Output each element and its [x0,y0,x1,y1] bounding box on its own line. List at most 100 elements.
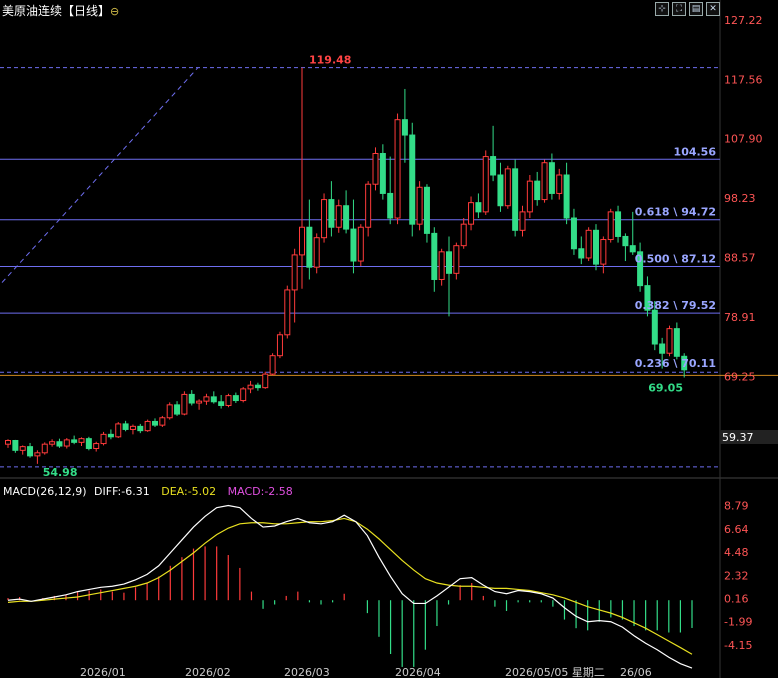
candle-body [63,439,70,447]
macd-y-tick: 0.16 [724,592,749,605]
candle-body [203,396,210,402]
candle-body [299,226,305,256]
circle-minus-icon[interactable]: ⊖ [110,5,119,18]
candle-body [269,355,276,375]
x-axis-tick: 2026/01 [80,666,126,678]
candle-body [284,289,291,336]
candle-body [71,439,78,443]
candle-body [129,425,136,430]
candle-body [350,228,357,262]
candle-body [497,174,504,207]
candle-body [34,452,41,457]
candle-body [343,205,350,230]
fib-level-label: 104.56 [674,145,717,158]
candle-body [27,446,34,457]
candle-body [56,441,63,447]
candle-body [196,400,203,404]
x-axis-tick: 26/06 [620,666,652,678]
macd-y-tick: 6.64 [724,523,749,536]
candle-body [659,343,666,354]
recent-low-annotation: 69.05 [648,382,683,395]
candle-body [306,226,313,268]
macd-y-tick: -4.15 [724,639,752,652]
candle-body [181,393,188,415]
price-y-tick: 78.91 [724,311,756,324]
chart-title: 美原油连续【日线】 [2,3,110,18]
macd-y-tick: 4.48 [724,546,749,559]
macd-params-label: MACD(26,12,9) [3,485,87,498]
candle-body [144,420,151,432]
candle-body [438,251,445,280]
candle-body [276,334,283,357]
candle-body [409,134,416,225]
candle-body [519,211,526,231]
candle-body [585,229,592,259]
candle-body [159,417,166,426]
candle-body [93,443,100,449]
candle-body [593,229,599,265]
macd-y-tick: 8.79 [724,500,749,513]
fib-level-label: 0.618 \ 94.72 [635,206,716,219]
candle-body [335,205,342,228]
candle-body [122,423,129,430]
window-toolbar: ⊹ ⛶ ▤ ✕ [655,2,720,16]
candle-body [446,251,452,274]
close-icon[interactable]: ✕ [706,2,720,16]
x-axis-tick: 2026/05/05 星期二 [505,666,605,678]
crosshair-icon[interactable]: ⊹ [655,2,669,16]
candle-body [100,433,107,445]
candle-body [166,404,173,419]
candle-body [607,211,614,241]
candle-body [49,441,56,445]
candle-body [225,395,232,406]
candle-body [19,446,26,451]
candle-body [666,328,673,354]
candle-body [240,388,247,402]
candle-body [453,245,460,274]
candle-body [321,199,328,239]
x-axis-tick: 2026/04 [395,666,441,678]
candle-body [137,425,144,432]
price-y-tick: 88.57 [724,252,756,265]
candle-body [387,192,394,219]
candle-body [232,395,239,402]
candle-body [107,433,114,438]
candle-body [423,186,430,234]
candle-body [570,217,577,250]
x-axis-tick: 2026/02 [185,666,231,678]
expand-icon[interactable]: ⛶ [672,2,686,16]
price-y-tick: 69.25 [724,370,756,383]
candle-body [431,232,438,280]
candle-body [357,226,364,262]
candle-body [394,119,401,219]
candle-body [85,438,92,449]
candle-body [218,401,225,406]
candle-body [651,309,658,345]
candle-body [541,162,548,201]
price-y-tick: 117.56 [724,73,763,86]
candle-body [174,404,181,415]
candle-body [328,199,335,228]
candle-body [262,373,269,389]
candle-body [78,438,85,443]
candle-body [490,156,497,176]
layout-icon[interactable]: ▤ [689,2,703,16]
candle-body [563,174,570,219]
macd-value: MACD:-2.58 [228,485,293,498]
candle-body [548,162,555,194]
candle-body [254,384,261,389]
chart-stage[interactable]: 127.22 117.56 107.90 98.23 88.57 78.91 69.25 59… [0,0,778,678]
candle-body [210,396,217,403]
candle-body [600,239,607,265]
price-y-tick: 107.90 [724,133,763,146]
candle-body [482,156,489,213]
candle-body [247,384,254,390]
macd-y-tick: -1.99 [724,616,752,629]
candle-body [188,393,195,404]
candle-body [372,152,379,185]
candle-body [365,183,372,228]
macd-y-tick: 2.32 [724,569,749,582]
candle-body [629,245,636,253]
candle-body [504,168,511,207]
candle-body [622,235,629,247]
